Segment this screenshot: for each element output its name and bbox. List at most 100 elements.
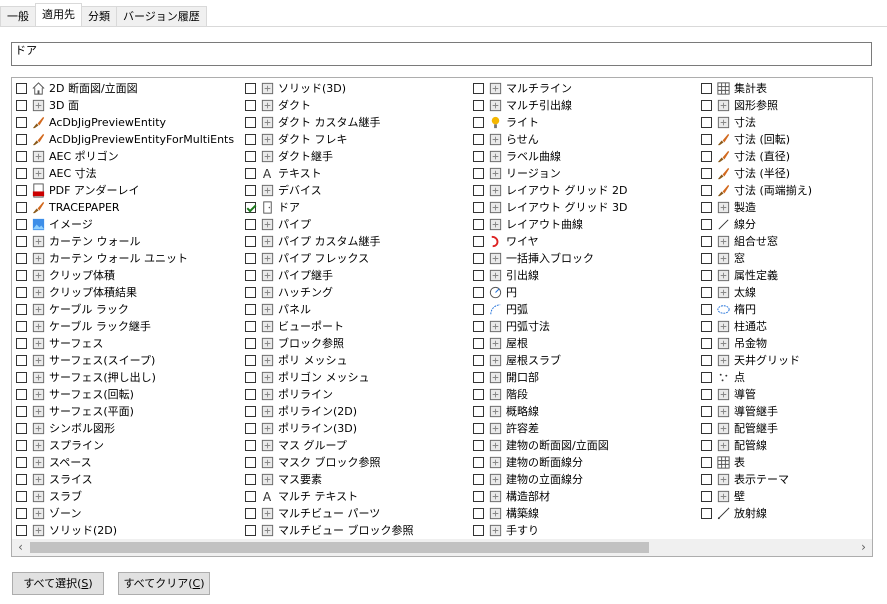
list-item[interactable]: 図形参照 (697, 97, 812, 114)
list-item[interactable]: A テキスト (241, 165, 414, 182)
item-checkbox[interactable] (701, 253, 712, 264)
list-item[interactable]: 寸法 (697, 114, 812, 131)
item-checkbox[interactable] (701, 185, 712, 196)
list-item[interactable]: 一括挿入ブロック (469, 250, 627, 267)
item-checkbox[interactable] (16, 406, 27, 417)
item-checkbox[interactable] (16, 457, 27, 468)
item-checkbox[interactable] (245, 372, 256, 383)
item-checkbox[interactable] (701, 134, 712, 145)
scroll-thumb[interactable] (30, 542, 649, 553)
item-checkbox[interactable] (701, 83, 712, 94)
list-item[interactable]: AcDbJigPreviewEntity (12, 114, 234, 131)
list-item[interactable]: 属性定義 (697, 267, 812, 284)
item-checkbox[interactable] (473, 423, 484, 434)
item-checkbox[interactable] (473, 100, 484, 111)
item-checkbox[interactable] (16, 168, 27, 179)
list-item[interactable]: ワイヤ (469, 233, 627, 250)
item-checkbox[interactable] (473, 287, 484, 298)
item-checkbox[interactable] (16, 372, 27, 383)
item-checkbox[interactable] (473, 168, 484, 179)
list-item[interactable]: スプライン (12, 437, 234, 454)
item-checkbox[interactable] (701, 389, 712, 400)
item-checkbox[interactable] (245, 508, 256, 519)
list-item[interactable]: ソリッド(3D) (241, 80, 414, 97)
item-checkbox[interactable] (473, 508, 484, 519)
list-item[interactable]: マス要素 (241, 471, 414, 488)
list-item[interactable]: シンボル図形 (12, 420, 234, 437)
item-checkbox[interactable] (473, 270, 484, 281)
item-checkbox[interactable] (473, 185, 484, 196)
item-checkbox[interactable] (245, 270, 256, 281)
item-checkbox[interactable] (473, 474, 484, 485)
item-checkbox[interactable] (473, 83, 484, 94)
item-checkbox[interactable] (473, 151, 484, 162)
item-checkbox[interactable] (473, 117, 484, 128)
item-checkbox[interactable] (16, 202, 27, 213)
list-item[interactable]: マルチライン (469, 80, 627, 97)
list-item[interactable]: ダクト継手 (241, 148, 414, 165)
item-checkbox[interactable] (16, 474, 27, 485)
item-checkbox[interactable] (16, 321, 27, 332)
list-item[interactable]: サーフェス (12, 335, 234, 352)
item-checkbox[interactable] (473, 236, 484, 247)
select-all-button[interactable]: すべて選択(S) (12, 572, 104, 595)
item-checkbox[interactable] (16, 338, 27, 349)
list-item[interactable]: 吊金物 (697, 335, 812, 352)
item-checkbox[interactable] (16, 270, 27, 281)
list-item[interactable]: 寸法 (半径) (697, 165, 812, 182)
list-item[interactable]: 2D 断面図/立面図 (12, 80, 234, 97)
item-checkbox[interactable] (701, 219, 712, 230)
list-item[interactable]: 放射線 (697, 505, 812, 522)
list-item[interactable]: スライス (12, 471, 234, 488)
item-checkbox[interactable] (473, 372, 484, 383)
list-item[interactable]: A マルチ テキスト (241, 488, 414, 505)
list-item[interactable]: 屋根スラブ (469, 352, 627, 369)
item-checkbox[interactable] (245, 457, 256, 468)
list-item[interactable]: ポリライン (241, 386, 414, 403)
list-item[interactable]: レイアウト曲線 (469, 216, 627, 233)
list-item[interactable]: パイプ (241, 216, 414, 233)
list-item[interactable]: ケーブル ラック (12, 301, 234, 318)
list-item[interactable]: ソリッド(2D) (12, 522, 234, 539)
item-checkbox[interactable] (245, 83, 256, 94)
list-item[interactable]: ブロック参照 (241, 335, 414, 352)
list-item[interactable]: 柱通芯 (697, 318, 812, 335)
list-item[interactable]: ドア (241, 199, 414, 216)
list-item[interactable]: マス グループ (241, 437, 414, 454)
list-item[interactable]: 配管継手 (697, 420, 812, 437)
item-checkbox[interactable] (473, 321, 484, 332)
item-checkbox[interactable] (701, 236, 712, 247)
list-item[interactable]: 円弧寸法 (469, 318, 627, 335)
list-item[interactable]: デバイス (241, 182, 414, 199)
item-checkbox[interactable] (701, 423, 712, 434)
item-checkbox[interactable] (473, 457, 484, 468)
list-item[interactable]: ポリライン(2D) (241, 403, 414, 420)
item-checkbox[interactable] (701, 372, 712, 383)
horizontal-scrollbar[interactable]: ‹ › (12, 539, 872, 556)
list-item[interactable]: 開口部 (469, 369, 627, 386)
list-item[interactable]: サーフェス(スイープ) (12, 352, 234, 369)
list-item[interactable]: 円弧 (469, 301, 627, 318)
item-checkbox[interactable] (16, 100, 27, 111)
list-item[interactable]: サーフェス(押し出し) (12, 369, 234, 386)
item-checkbox[interactable] (701, 270, 712, 281)
item-checkbox[interactable] (245, 389, 256, 400)
item-checkbox[interactable] (245, 491, 256, 502)
item-checkbox[interactable] (245, 440, 256, 451)
item-checkbox[interactable] (473, 304, 484, 315)
list-item[interactable]: AEC ポリゴン (12, 148, 234, 165)
list-item[interactable]: TRACEPAPER (12, 199, 234, 216)
item-checkbox[interactable] (245, 474, 256, 485)
item-checkbox[interactable] (16, 355, 27, 366)
list-item[interactable]: ポリゴン メッシュ (241, 369, 414, 386)
list-item[interactable]: マルチ引出線 (469, 97, 627, 114)
item-checkbox[interactable] (473, 338, 484, 349)
list-item[interactable]: クリップ体積 (12, 267, 234, 284)
item-checkbox[interactable] (701, 304, 712, 315)
item-checkbox[interactable] (245, 423, 256, 434)
item-checkbox[interactable] (701, 287, 712, 298)
item-checkbox[interactable] (16, 219, 27, 230)
list-item[interactable]: PDF アンダーレイ (12, 182, 234, 199)
item-checkbox[interactable] (701, 440, 712, 451)
list-item[interactable]: 引出線 (469, 267, 627, 284)
